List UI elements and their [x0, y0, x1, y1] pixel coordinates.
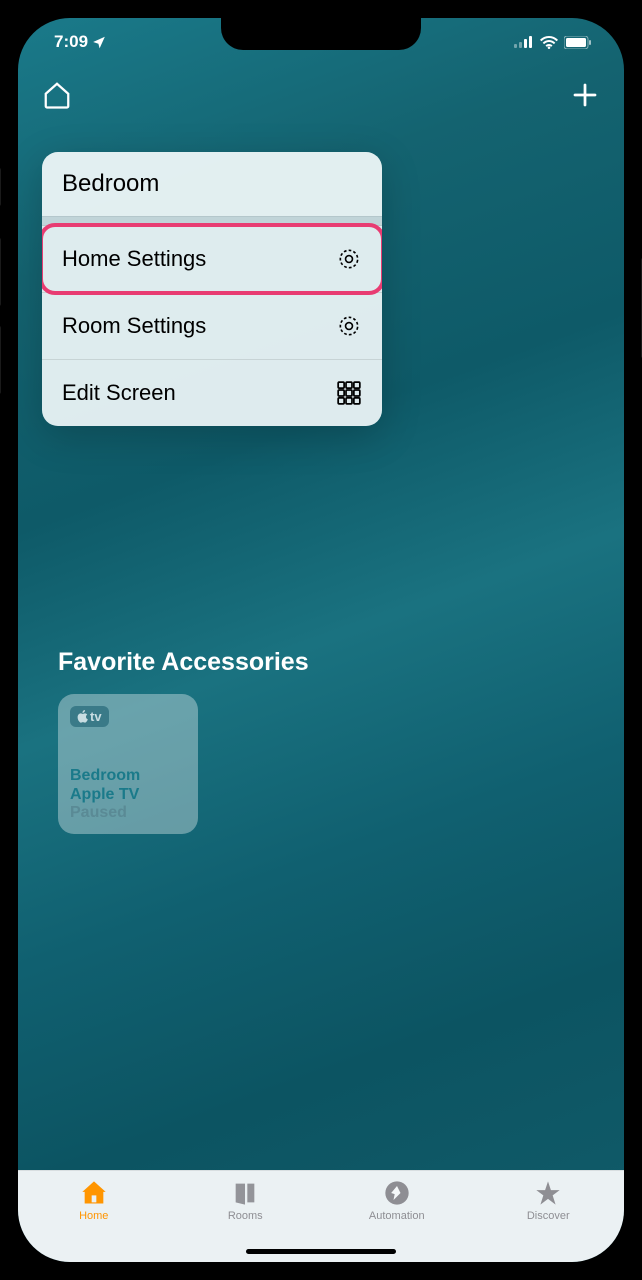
status-right	[514, 32, 592, 52]
silent-switch	[0, 168, 1, 206]
volume-up-button	[0, 238, 1, 306]
star-icon	[533, 1179, 563, 1207]
tab-discover[interactable]: Discover	[503, 1179, 593, 1240]
grid-icon	[336, 380, 362, 406]
add-button[interactable]	[570, 80, 600, 110]
menu-item-label: Edit Screen	[62, 380, 176, 406]
home-indicator[interactable]	[246, 1249, 396, 1254]
status-time: 7:09	[54, 32, 88, 52]
gear-icon	[336, 246, 362, 272]
menu-item-room-settings[interactable]: Room Settings	[42, 292, 382, 359]
menu-item-label: Room Settings	[62, 313, 206, 339]
screen: 7:09	[18, 18, 624, 1262]
automation-icon	[382, 1179, 412, 1207]
accessory-status: Paused	[70, 804, 186, 822]
context-menu: Bedroom Home Settings Room Settings	[42, 152, 382, 426]
accessory-room: Bedroom	[70, 766, 186, 785]
section-title: Favorite Accessories	[58, 648, 309, 677]
location-icon	[92, 35, 106, 49]
rooms-icon	[230, 1179, 260, 1207]
menu-item-label: Home Settings	[62, 246, 206, 272]
phone-frame: 7:09	[0, 0, 642, 1280]
apple-tv-badge: tv	[70, 706, 109, 727]
menu-separator	[42, 216, 382, 226]
accessory-name: Apple TV	[70, 785, 186, 804]
tab-label: Automation	[369, 1210, 425, 1222]
volume-down-button	[0, 326, 1, 394]
accessory-info: Bedroom Apple TV Paused	[70, 766, 186, 822]
home-icon	[79, 1179, 109, 1207]
status-left: 7:09	[54, 32, 106, 52]
tab-home[interactable]: Home	[49, 1179, 139, 1240]
tab-label: Home	[79, 1210, 108, 1222]
tab-label: Discover	[527, 1210, 570, 1222]
accessory-tile-apple-tv[interactable]: tv Bedroom Apple TV Paused	[58, 694, 198, 834]
wifi-icon	[540, 36, 558, 49]
tab-label: Rooms	[228, 1210, 263, 1222]
notch	[221, 18, 421, 50]
tv-badge-label: tv	[90, 709, 102, 724]
nav-bar	[18, 80, 624, 110]
cellular-icon	[514, 36, 534, 48]
home-icon-button[interactable]	[42, 80, 72, 110]
tab-automation[interactable]: Automation	[352, 1179, 442, 1240]
menu-header: Bedroom	[42, 152, 382, 216]
tab-rooms[interactable]: Rooms	[200, 1179, 290, 1240]
menu-item-edit-screen[interactable]: Edit Screen	[42, 359, 382, 426]
battery-icon	[564, 36, 592, 49]
menu-item-home-settings[interactable]: Home Settings	[42, 226, 382, 292]
gear-icon	[336, 313, 362, 339]
